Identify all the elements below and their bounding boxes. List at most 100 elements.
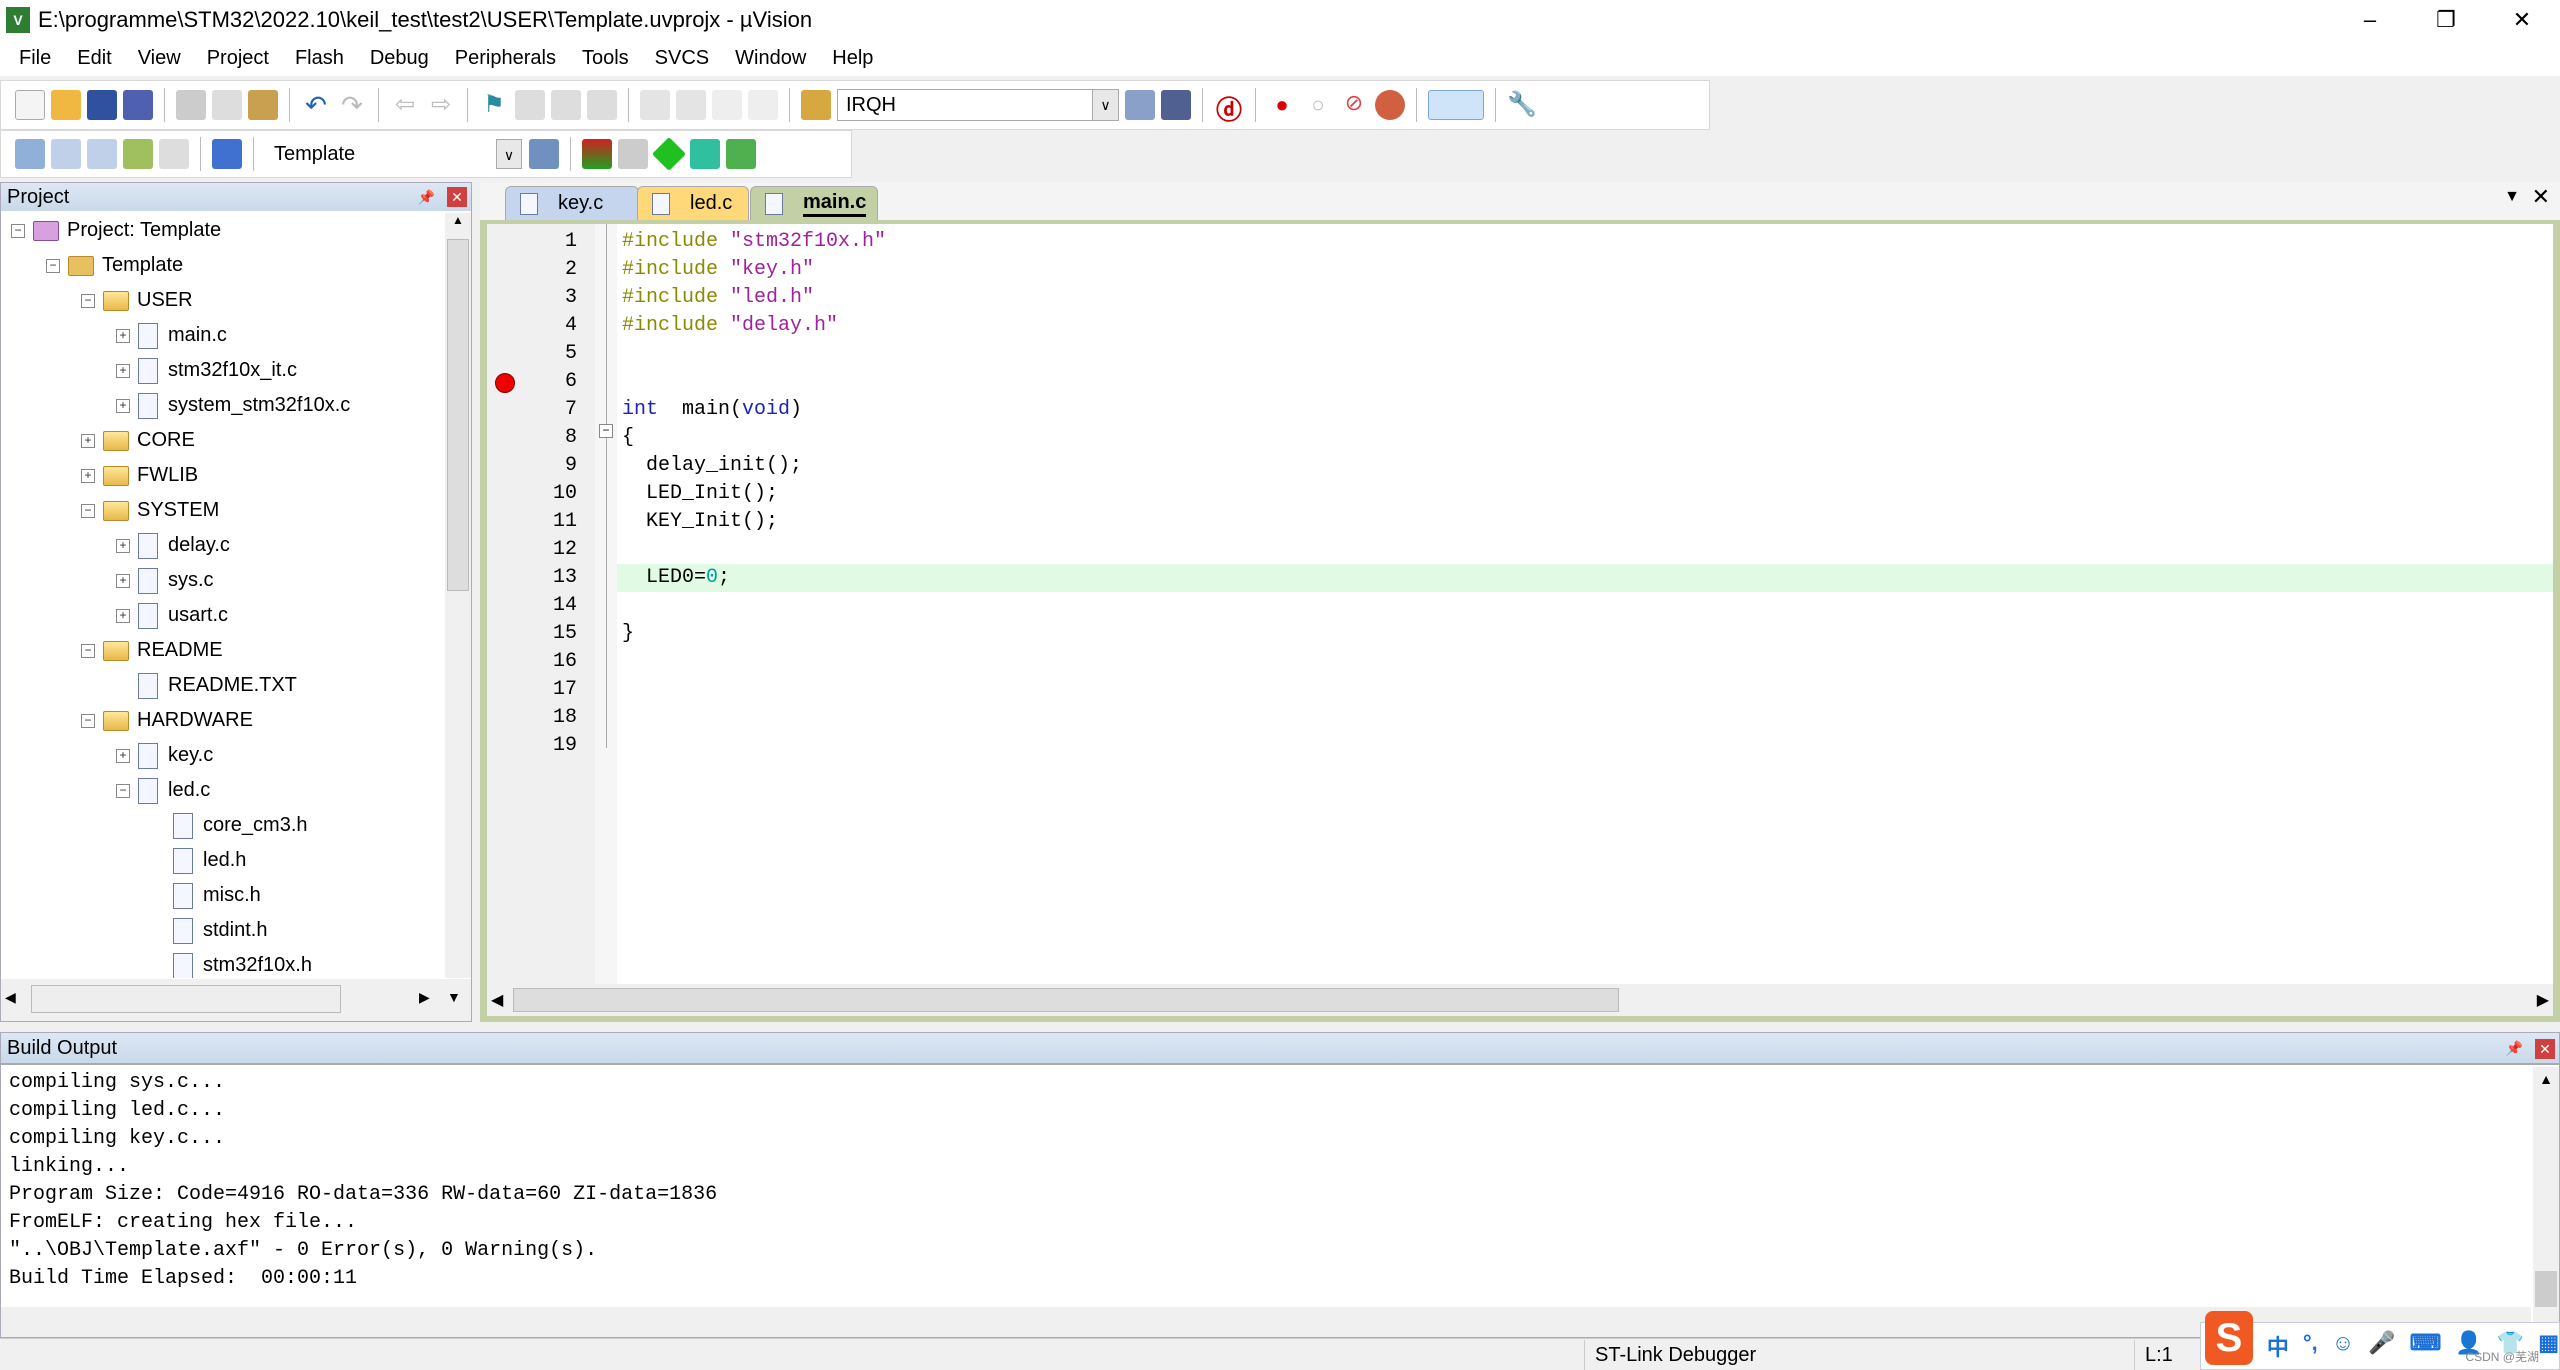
scrollbar-thumb[interactable] [447,239,469,591]
disable-breakpoints-icon[interactable]: ⊘ [1339,90,1369,120]
code-line[interactable]: LED0=0; [622,564,730,592]
manage-components-icon[interactable] [582,139,612,169]
tree-item[interactable]: − Project: Template [11,213,221,248]
comment-icon[interactable] [712,90,742,120]
new-file-icon[interactable] [15,90,45,120]
ime-item-icon[interactable]: ▦ [2538,1330,2559,1362]
save-all-icon[interactable] [123,90,153,120]
configure-wrench-icon[interactable]: 🔧 [1507,90,1537,120]
stop-build-icon[interactable] [159,139,189,169]
tree-item[interactable]: + delay.c [116,528,230,563]
code-line[interactable]: #include "delay.h" [622,312,838,340]
build-icon[interactable] [51,139,81,169]
expand-icon[interactable]: + [116,573,130,588]
tab-led-c[interactable]: led.c [637,186,749,220]
close-panel-icon[interactable]: ✕ [447,187,467,207]
save-icon[interactable] [87,90,117,120]
menu-tools[interactable]: Tools [569,47,642,70]
code-line[interactable]: KEY_Init(); [622,508,778,536]
software-packs-icon[interactable] [726,139,756,169]
close-panel-icon[interactable]: ✕ [2535,1039,2555,1059]
uncomment-icon[interactable] [748,90,778,120]
code-line[interactable]: #include "led.h" [622,284,814,312]
tree-item[interactable]: stm32f10x.h [151,948,312,978]
cut-icon[interactable] [176,90,206,120]
paste-icon[interactable] [248,90,278,120]
tree-item[interactable]: + main.c [116,318,227,353]
minimize-button[interactable]: – [2332,0,2408,40]
download-load-icon[interactable] [212,139,242,169]
copy-icon[interactable] [212,90,242,120]
collapse-icon[interactable]: − [81,293,95,308]
output-vertical-scrollbar[interactable]: ▲ [2533,1067,2559,1337]
tree-horizontal-scrollbar[interactable]: ◀ ▶ ▼ [1,979,471,1021]
debug-session-icon[interactable]: ⓓ [1214,90,1244,125]
scrollbar-thumb[interactable] [513,988,1619,1012]
tree-item[interactable]: README.TXT [116,668,297,703]
enable-breakpoint-icon[interactable]: ○ [1303,90,1333,120]
scrollbar-thumb[interactable] [31,985,341,1013]
nav-back-icon[interactable]: ⇦ [390,90,420,120]
tree-item[interactable]: + usart.c [116,598,228,633]
close-tab-icon[interactable]: ✕ [2532,184,2550,210]
collapse-icon[interactable]: − [46,258,60,273]
expand-icon[interactable]: + [81,433,95,448]
menu-svcs[interactable]: SVCS [642,47,722,70]
menu-debug[interactable]: Debug [357,47,442,70]
menu-help[interactable]: Help [819,47,886,70]
clear-bookmarks-icon[interactable] [587,90,617,120]
restore-button[interactable]: ❐ [2408,0,2484,40]
tree-item[interactable]: stdint.h [151,913,267,948]
tree-item[interactable]: + key.c [116,738,213,773]
incremental-find-icon[interactable] [1161,90,1191,120]
undo-icon[interactable]: ↶ [301,90,331,120]
window-layout-icon[interactable] [1428,90,1484,120]
tree-vertical-scrollbar[interactable]: ▲ [445,213,471,978]
tree-item[interactable]: − HARDWARE [81,703,253,738]
pack-installer-icon[interactable] [652,137,686,171]
code-line[interactable]: #include "stm32f10x.h" [622,228,886,256]
expand-icon[interactable]: + [116,748,130,763]
expand-icon[interactable]: + [116,363,130,378]
menu-edit[interactable]: Edit [64,47,124,70]
tab-key-c[interactable]: key.c [505,186,639,220]
expand-icon[interactable]: + [116,398,130,413]
find-combo[interactable]: IRQH ∨ [837,89,1119,121]
editor-horizontal-scrollbar[interactable]: ◀ ▶ [487,984,2553,1016]
menu-window[interactable]: Window [722,47,819,70]
scrollbar-thumb[interactable] [2535,1271,2557,1307]
ime-item-icon[interactable]: 中 [2267,1330,2289,1362]
rebuild-icon[interactable] [87,139,117,169]
ime-item-icon[interactable]: ☺ [2332,1330,2354,1362]
menu-view[interactable]: View [125,47,194,70]
menu-flash[interactable]: Flash [282,47,357,70]
pin-icon[interactable]: 📌 [2506,1040,2523,1057]
bookmark-icon[interactable]: ⚑ [479,90,509,120]
tree-item[interactable]: + FWLIB [81,458,198,493]
expand-icon[interactable]: + [116,538,130,553]
expand-icon[interactable]: + [116,328,130,343]
code-editor[interactable]: 1 #include "stm32f10x.h" 2 #include "key.h"… [487,224,2553,984]
batch-build-icon[interactable] [123,139,153,169]
unindent-icon[interactable] [676,90,706,120]
tree-item[interactable]: − README [81,633,223,668]
collapse-icon[interactable]: − [81,503,95,518]
tree-item[interactable]: led.h [151,843,246,878]
code-line[interactable]: } [622,620,634,648]
tree-item[interactable]: + CORE [81,423,195,458]
tree-item[interactable]: − USER [81,283,193,318]
code-line[interactable]: int main(void) [622,396,802,424]
target-options-icon[interactable] [529,139,559,169]
find-icon[interactable] [1125,90,1155,120]
ime-item-icon[interactable]: ⌨ [2410,1330,2442,1362]
expand-icon[interactable]: + [81,468,95,483]
code-line[interactable]: { [622,424,634,452]
select-packs-icon[interactable] [618,139,648,169]
collapse-icon[interactable]: − [116,783,130,798]
tree-item[interactable]: + stm32f10x_it.c [116,353,297,388]
open-file-icon[interactable] [51,90,81,120]
code-line[interactable]: delay_init(); [622,452,802,480]
ime-item-icon[interactable]: 🎤 [2368,1330,2395,1362]
tree-item[interactable]: − led.c [116,773,210,808]
nav-forward-icon[interactable]: ⇨ [426,90,456,120]
